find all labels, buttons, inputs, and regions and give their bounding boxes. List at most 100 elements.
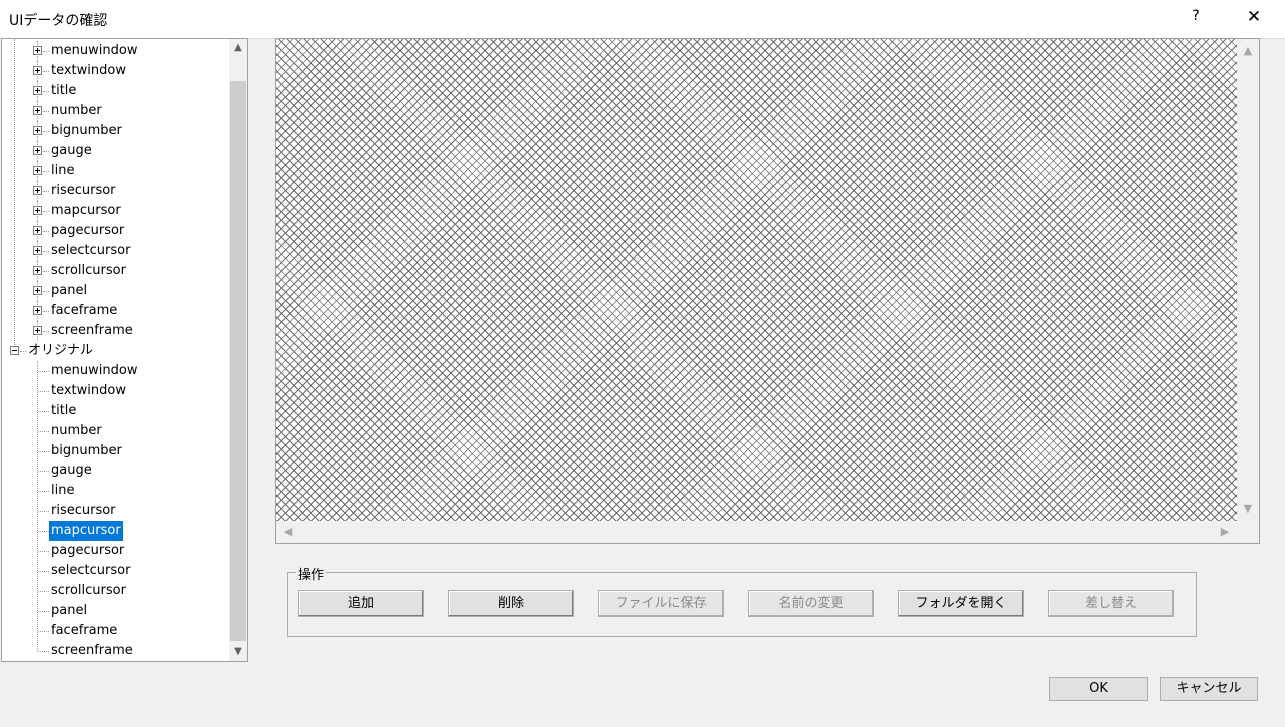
- tree-item-mapcursor[interactable]: mapcursor: [49, 201, 123, 221]
- tree-item-menuwindow[interactable]: menuwindow: [49, 41, 139, 61]
- preview-horizontal-scrollbar[interactable]: ◀ ▶: [276, 521, 1237, 543]
- expand-icon[interactable]: [33, 266, 42, 275]
- tree-item-textwindow[interactable]: textwindow: [49, 61, 128, 81]
- tree-original-item-risecursor[interactable]: risecursor: [49, 501, 118, 521]
- tree-connector: [37, 361, 38, 651]
- tree-item-faceframe[interactable]: faceframe: [49, 301, 119, 321]
- tree-item-label: line: [51, 163, 75, 178]
- tree-original-item-mapcursor[interactable]: mapcursor: [49, 521, 123, 541]
- delete-button[interactable]: 削除: [448, 590, 574, 617]
- preview-vertical-scrollbar[interactable]: ▲ ▼: [1237, 39, 1259, 521]
- window-title: UIデータの確認: [9, 13, 108, 29]
- tree-connector: [38, 411, 49, 412]
- tree-item-label: pagecursor: [51, 223, 125, 238]
- tree-connector: [38, 571, 49, 572]
- expand-icon[interactable]: [33, 226, 42, 235]
- tree-original-item-selectcursor[interactable]: selectcursor: [49, 561, 132, 581]
- rename-button[interactable]: 名前の変更: [748, 590, 874, 617]
- tree-original-item-number[interactable]: number: [49, 421, 104, 441]
- tree-original-item-line[interactable]: line: [49, 481, 76, 501]
- ui-data-tree[interactable]: menuwindow textwindow title number bignumber…: [1, 38, 248, 662]
- tree-item-line[interactable]: line: [49, 161, 76, 181]
- tree-original-item-pagecursor[interactable]: pagecursor: [49, 541, 126, 561]
- tree-item-label: number: [51, 423, 102, 438]
- tree-original-item-panel[interactable]: panel: [49, 601, 89, 621]
- tree-original-item-bignumber[interactable]: bignumber: [49, 441, 124, 461]
- tree-original-item-textwindow[interactable]: textwindow: [49, 381, 128, 401]
- tree-item-label: gauge: [51, 143, 92, 158]
- tree-item-title[interactable]: title: [49, 81, 78, 101]
- expand-icon[interactable]: [33, 246, 42, 255]
- replace-button[interactable]: 差し替え: [1048, 590, 1174, 617]
- transparency-pattern: [276, 39, 1237, 521]
- tree-original-item-title[interactable]: title: [49, 401, 78, 421]
- tree-item-number[interactable]: number: [49, 101, 104, 121]
- expand-icon[interactable]: [33, 186, 42, 195]
- close-button[interactable]: ✕: [1244, 7, 1264, 27]
- add-button[interactable]: 追加: [298, 590, 424, 617]
- tree-connector: [38, 531, 49, 532]
- tree-item-label: screenframe: [51, 323, 133, 338]
- tree-connector: [38, 651, 49, 652]
- tree-original-item-scrollcursor[interactable]: scrollcursor: [49, 581, 128, 601]
- tree-scroll-thumb[interactable]: [230, 81, 246, 641]
- expand-icon[interactable]: [33, 126, 42, 135]
- tree-connector: [38, 431, 49, 432]
- tree-item-risecursor[interactable]: risecursor: [49, 181, 118, 201]
- preview-scroll-down-icon[interactable]: ▼: [1238, 499, 1258, 519]
- tree-item-label: title: [51, 83, 77, 98]
- tree-item-screenframe[interactable]: screenframe: [49, 321, 135, 341]
- tree-original-item-screenframe[interactable]: screenframe: [49, 641, 135, 661]
- tree-item-label: faceframe: [51, 303, 118, 318]
- tree-item-gauge[interactable]: gauge: [49, 141, 94, 161]
- operations-label: 操作: [296, 564, 327, 583]
- tree-item-label: title: [51, 403, 77, 418]
- expand-icon[interactable]: [33, 66, 42, 75]
- open-folder-button[interactable]: フォルダを開く: [898, 590, 1024, 617]
- cancel-button[interactable]: キャンセル: [1160, 677, 1258, 701]
- tree-item-selectcursor[interactable]: selectcursor: [49, 241, 132, 261]
- tree-connector: [38, 391, 49, 392]
- expand-icon[interactable]: [33, 286, 42, 295]
- tree-original-item-menuwindow[interactable]: menuwindow: [49, 361, 139, 381]
- collapse-icon[interactable]: [10, 346, 19, 355]
- tree-item-label: risecursor: [51, 503, 116, 518]
- expand-icon[interactable]: [33, 146, 42, 155]
- preview-scroll-left-icon[interactable]: ◀: [278, 522, 298, 542]
- tree-connector: [38, 491, 49, 492]
- preview-scroll-right-icon[interactable]: ▶: [1215, 522, 1235, 542]
- tree-item-label: textwindow: [51, 63, 126, 78]
- preview-scroll-up-icon[interactable]: ▲: [1238, 41, 1258, 61]
- tree-group-original[interactable]: オリジナル: [26, 341, 95, 361]
- tree-item-label: bignumber: [51, 443, 122, 458]
- tree-original-item-faceframe[interactable]: faceframe: [49, 621, 119, 641]
- tree-item-label: number: [51, 103, 102, 118]
- tree-item-panel[interactable]: panel: [49, 281, 89, 301]
- preview-area: ▲ ▼ ◀ ▶: [275, 38, 1260, 544]
- tree-item-label: line: [51, 483, 75, 498]
- tree-item-label: gauge: [51, 463, 92, 478]
- tree-item-label: scrollcursor: [51, 583, 126, 598]
- expand-icon[interactable]: [33, 206, 42, 215]
- expand-icon[interactable]: [33, 166, 42, 175]
- expand-icon[interactable]: [33, 46, 42, 55]
- tree-scrollbar[interactable]: ▲ ▼: [229, 39, 247, 661]
- tree-scroll-up-icon[interactable]: ▲: [229, 39, 247, 57]
- tree-item-scrollcursor[interactable]: scrollcursor: [49, 261, 128, 281]
- tree-scroll-down-icon[interactable]: ▼: [229, 643, 247, 661]
- expand-icon[interactable]: [33, 306, 42, 315]
- tree-original-item-gauge[interactable]: gauge: [49, 461, 94, 481]
- tree-item-pagecursor[interactable]: pagecursor: [49, 221, 126, 241]
- save-file-button[interactable]: ファイルに保存: [598, 590, 724, 617]
- expand-icon[interactable]: [33, 326, 42, 335]
- tree-connector: [38, 631, 49, 632]
- tree-item-label: selectcursor: [51, 243, 131, 258]
- tree-item-label: scrollcursor: [51, 263, 126, 278]
- help-button[interactable]: ?: [1186, 8, 1206, 24]
- expand-icon[interactable]: [33, 106, 42, 115]
- tree-item-bignumber[interactable]: bignumber: [49, 121, 124, 141]
- ok-button[interactable]: OK: [1049, 677, 1148, 701]
- expand-icon[interactable]: [33, 86, 42, 95]
- tree-item-label: panel: [51, 283, 88, 298]
- tree-item-label: selectcursor: [51, 563, 131, 578]
